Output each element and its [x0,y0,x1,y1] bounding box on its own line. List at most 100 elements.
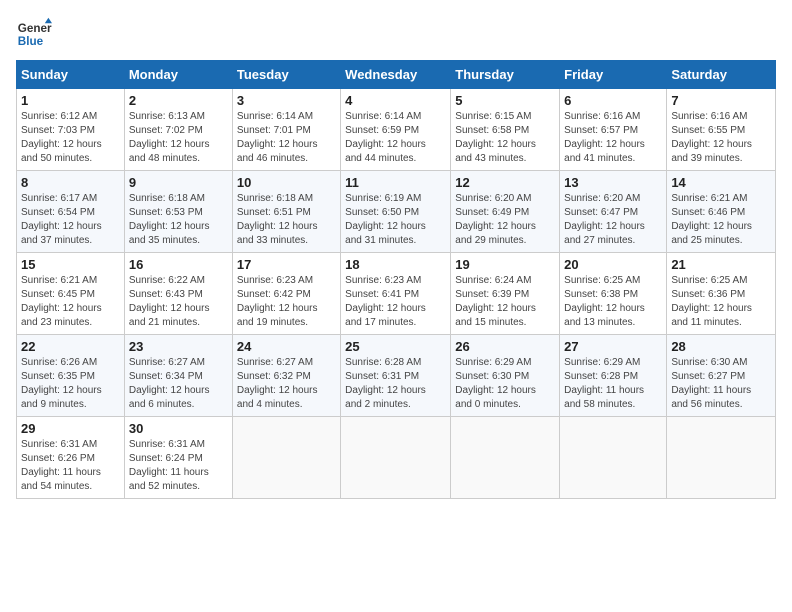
table-row: 20 Sunrise: 6:25 AM Sunset: 6:38 PM Dayli… [560,253,667,335]
day-number: 29 [21,421,120,436]
day-number: 15 [21,257,120,272]
day-info: Sunrise: 6:23 AM Sunset: 6:42 PM Dayligh… [237,274,336,330]
day-number: 26 [455,339,555,354]
table-row: 18 Sunrise: 6:23 AM Sunset: 6:41 PM Dayli… [341,253,451,335]
day-info: Sunrise: 6:20 AM Sunset: 6:47 PM Dayligh… [564,192,662,248]
table-row: 19 Sunrise: 6:24 AM Sunset: 6:39 PM Dayli… [451,253,560,335]
day-info: Sunrise: 6:19 AM Sunset: 6:50 PM Dayligh… [345,192,446,248]
table-row: 12Sunrise: 6:20 AM Sunset: 6:49 PM Dayli… [451,171,560,253]
day-info: Sunrise: 6:27 AM Sunset: 6:32 PM Dayligh… [237,356,336,412]
day-info: Sunrise: 6:22 AM Sunset: 6:43 PM Dayligh… [129,274,228,330]
day-number: 22 [21,339,120,354]
day-number: 5 [455,93,555,108]
day-number: 7 [671,93,771,108]
table-row: 3 Sunrise: 6:14 AM Sunset: 7:01 PM Daylig… [232,89,340,171]
day-number: 13 [564,175,662,190]
table-row [560,417,667,499]
day-info: Sunrise: 6:21 AM Sunset: 6:45 PM Dayligh… [21,274,120,330]
day-info: Sunrise: 6:18 AM Sunset: 6:53 PM Dayligh… [129,192,228,248]
table-row: 23 Sunrise: 6:27 AM Sunset: 6:34 PM Dayli… [124,335,232,417]
day-number: 10 [237,175,336,190]
day-info: Sunrise: 6:26 AM Sunset: 6:35 PM Dayligh… [21,356,120,412]
table-row: 24 Sunrise: 6:27 AM Sunset: 6:32 PM Dayli… [232,335,340,417]
day-info: Sunrise: 6:25 AM Sunset: 6:36 PM Dayligh… [671,274,771,330]
day-info: Sunrise: 6:14 AM Sunset: 6:59 PM Dayligh… [345,110,446,166]
day-number: 19 [455,257,555,272]
day-number: 9 [129,175,228,190]
day-info: Sunrise: 6:31 AM Sunset: 6:24 PM Dayligh… [129,438,228,494]
day-number: 8 [21,175,120,190]
day-number: 28 [671,339,771,354]
day-info: Sunrise: 6:13 AM Sunset: 7:02 PM Dayligh… [129,110,228,166]
table-row: 13 Sunrise: 6:20 AM Sunset: 6:47 PM Dayli… [560,171,667,253]
day-info: Sunrise: 6:25 AM Sunset: 6:38 PM Dayligh… [564,274,662,330]
day-info: Sunrise: 6:23 AM Sunset: 6:41 PM Dayligh… [345,274,446,330]
table-row: 7 Sunrise: 6:16 AM Sunset: 6:55 PM Daylig… [667,89,776,171]
table-row: 29Sunrise: 6:31 AM Sunset: 6:26 PM Dayli… [17,417,125,499]
day-number: 6 [564,93,662,108]
day-info: Sunrise: 6:29 AM Sunset: 6:28 PM Dayligh… [564,356,662,412]
day-info: Sunrise: 6:12 AM Sunset: 7:03 PM Dayligh… [21,110,120,166]
day-number: 24 [237,339,336,354]
table-row [232,417,340,499]
table-row: 27 Sunrise: 6:29 AM Sunset: 6:28 PM Dayli… [560,335,667,417]
table-row: 30 Sunrise: 6:31 AM Sunset: 6:24 PM Dayli… [124,417,232,499]
table-row: 1 Sunrise: 6:12 AM Sunset: 7:03 PM Daylig… [17,89,125,171]
day-number: 11 [345,175,446,190]
day-info: Sunrise: 6:24 AM Sunset: 6:39 PM Dayligh… [455,274,555,330]
logo: General Blue [16,16,52,52]
table-row: 21 Sunrise: 6:25 AM Sunset: 6:36 PM Dayli… [667,253,776,335]
calendar: SundayMondayTuesdayWednesdayThursdayFrid… [16,60,776,499]
table-row: 6 Sunrise: 6:16 AM Sunset: 6:57 PM Daylig… [560,89,667,171]
day-info: Sunrise: 6:29 AM Sunset: 6:30 PM Dayligh… [455,356,555,412]
day-header-sunday: Sunday [17,61,125,89]
day-info: Sunrise: 6:16 AM Sunset: 6:55 PM Dayligh… [671,110,771,166]
table-row: 26 Sunrise: 6:29 AM Sunset: 6:30 PM Dayli… [451,335,560,417]
table-row [341,417,451,499]
table-row: 16 Sunrise: 6:22 AM Sunset: 6:43 PM Dayli… [124,253,232,335]
table-row: 2Sunrise: 6:13 AM Sunset: 7:02 PM Daylig… [124,89,232,171]
day-header-friday: Friday [560,61,667,89]
svg-text:General: General [18,22,52,35]
day-number: 4 [345,93,446,108]
table-row: 11 Sunrise: 6:19 AM Sunset: 6:50 PM Dayli… [341,171,451,253]
day-info: Sunrise: 6:16 AM Sunset: 6:57 PM Dayligh… [564,110,662,166]
day-info: Sunrise: 6:30 AM Sunset: 6:27 PM Dayligh… [671,356,771,412]
table-row: 17 Sunrise: 6:23 AM Sunset: 6:42 PM Dayli… [232,253,340,335]
day-header-saturday: Saturday [667,61,776,89]
table-row: 25Sunrise: 6:28 AM Sunset: 6:31 PM Dayli… [341,335,451,417]
table-row: 15 Sunrise: 6:21 AM Sunset: 6:45 PM Dayli… [17,253,125,335]
table-row: 9 Sunrise: 6:18 AM Sunset: 6:53 PM Daylig… [124,171,232,253]
day-header-monday: Monday [124,61,232,89]
svg-text:Blue: Blue [18,35,44,48]
day-info: Sunrise: 6:18 AM Sunset: 6:51 PM Dayligh… [237,192,336,248]
day-number: 3 [237,93,336,108]
table-row: 22 Sunrise: 6:26 AM Sunset: 6:35 PM Dayli… [17,335,125,417]
day-info: Sunrise: 6:14 AM Sunset: 7:01 PM Dayligh… [237,110,336,166]
table-row: 10 Sunrise: 6:18 AM Sunset: 6:51 PM Dayli… [232,171,340,253]
day-info: Sunrise: 6:27 AM Sunset: 6:34 PM Dayligh… [129,356,228,412]
table-row: 14 Sunrise: 6:21 AM Sunset: 6:46 PM Dayli… [667,171,776,253]
day-header-tuesday: Tuesday [232,61,340,89]
table-row: 4 Sunrise: 6:14 AM Sunset: 6:59 PM Daylig… [341,89,451,171]
day-number: 1 [21,93,120,108]
day-number: 20 [564,257,662,272]
day-number: 30 [129,421,228,436]
day-info: Sunrise: 6:15 AM Sunset: 6:58 PM Dayligh… [455,110,555,166]
day-header-thursday: Thursday [451,61,560,89]
day-info: Sunrise: 6:20 AM Sunset: 6:49 PM Dayligh… [455,192,555,248]
logo-icon: General Blue [16,16,52,52]
day-number: 16 [129,257,228,272]
day-info: Sunrise: 6:21 AM Sunset: 6:46 PM Dayligh… [671,192,771,248]
table-row: 8Sunrise: 6:17 AM Sunset: 6:54 PM Daylig… [17,171,125,253]
day-number: 27 [564,339,662,354]
table-row [451,417,560,499]
day-number: 18 [345,257,446,272]
table-row [667,417,776,499]
day-number: 23 [129,339,228,354]
header: General Blue [16,16,776,52]
day-number: 14 [671,175,771,190]
day-number: 21 [671,257,771,272]
table-row: 28 Sunrise: 6:30 AM Sunset: 6:27 PM Dayli… [667,335,776,417]
day-number: 17 [237,257,336,272]
